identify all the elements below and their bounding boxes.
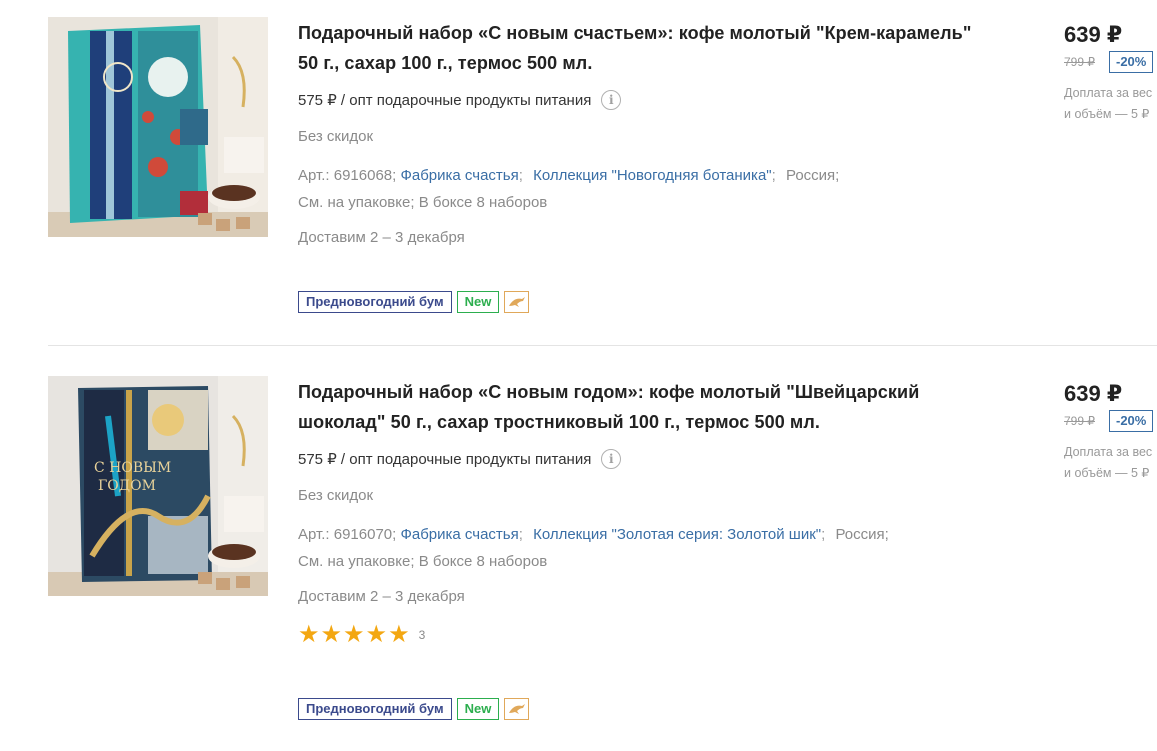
wholesale-price: 575 ₽ / опт подарочные продукты питания …	[298, 447, 978, 471]
no-discount-label: Без скидок	[298, 487, 373, 504]
surcharge-line: и объём — 5 ₽	[1064, 107, 1150, 121]
product-card: Подарочный набор «С новым счастьем»: коф…	[0, 0, 1157, 345]
brand-link[interactable]: Фабрика счастья	[400, 167, 518, 184]
dolphin-icon[interactable]	[504, 291, 530, 313]
article-number: Арт.: 6916068;	[298, 167, 397, 184]
packing-box-label: В боксе 8 наборов	[418, 553, 548, 570]
brand-link[interactable]: Фабрика счастья	[400, 526, 518, 543]
svg-text:ГОДОМ: ГОДОМ	[98, 478, 156, 494]
product-meta: Арт.: 6916070; Фабрика счастья; Коллекци…	[298, 526, 889, 570]
current-price: 639 ₽	[1064, 381, 1123, 406]
collection-link[interactable]: Коллекция "Новогодняя ботаника"	[533, 167, 772, 184]
title-line[interactable]: Подарочный набор «С новым годом»: кофе м…	[298, 382, 919, 402]
product-title[interactable]: Подарочный набор «С новым годом»: кофе м…	[298, 377, 978, 437]
info-icon[interactable]: i	[601, 449, 622, 469]
delivery-label: Доставим 2 – 3 декабря	[298, 588, 465, 605]
new-badge[interactable]: New	[456, 291, 500, 313]
no-discount-label: Без скидок	[298, 128, 373, 145]
product-image[interactable]	[48, 17, 268, 237]
star-icon: ★	[320, 621, 343, 648]
svg-text:С НОВЫМ: С НОВЫМ	[94, 460, 171, 476]
wholesale-price-text: 575 ₽ / опт подарочные продукты питания	[298, 92, 592, 109]
star-icon: ★	[298, 621, 320, 648]
product-title[interactable]: Подарочный набор «С новым счастьем»: коф…	[298, 18, 978, 78]
info-icon[interactable]: i	[601, 90, 622, 110]
surcharge-line: Доплата за вес	[1064, 86, 1153, 100]
rating[interactable]: ★ ★ ★ ★ ★ 3	[298, 623, 978, 647]
wholesale-price: 575 ₽ / опт подарочные продукты питания …	[298, 88, 978, 112]
price-block: 639 ₽ 799 ₽ -20% Доплата за вес и объём …	[1064, 20, 1157, 125]
surcharge-note: Доплата за вес и объём — 5 ₽	[1064, 83, 1157, 125]
packing-box-label: В боксе 8 наборов	[418, 194, 548, 211]
rating-count[interactable]: 3	[419, 628, 426, 642]
star-icon: ★	[388, 621, 410, 648]
collection-link[interactable]: Коллекция "Золотая серия: Золотой шик"	[533, 526, 821, 543]
badges: Предновогодний бум New	[298, 291, 530, 313]
promo-badge[interactable]: Предновогодний бум	[298, 291, 452, 313]
star-icon: ★	[365, 621, 388, 648]
product-card: С НОВЫМ ГОДОМ Подарочный набор «С новым …	[0, 359, 1157, 751]
product-info: Подарочный набор «С новым годом»: кофе м…	[298, 377, 978, 647]
current-price: 639 ₽	[1064, 22, 1123, 47]
promo-badge[interactable]: Предновогодний бум	[298, 698, 452, 720]
product-meta: Арт.: 6916068; Фабрика счастья; Коллекци…	[298, 167, 840, 211]
surcharge-note: Доплата за вес и объём — 5 ₽	[1064, 442, 1157, 484]
title-line[interactable]: 50 г., сахар 100 г., термос 500 мл.	[298, 53, 592, 73]
wholesale-price-text: 575 ₽ / опт подарочные продукты питания	[298, 451, 592, 468]
badges: Предновогодний бум New	[298, 698, 530, 720]
dolphin-icon[interactable]	[504, 698, 530, 720]
old-price: 799 ₽	[1064, 55, 1095, 69]
price-block: 639 ₽ 799 ₽ -20% Доплата за вес и объём …	[1064, 379, 1157, 484]
new-badge[interactable]: New	[456, 698, 500, 720]
star-icon: ★	[343, 621, 365, 648]
product-image[interactable]: С НОВЫМ ГОДОМ	[48, 376, 268, 596]
delivery-label: Доставим 2 – 3 декабря	[298, 229, 465, 246]
discount-badge: -20%	[1109, 51, 1154, 73]
packing-label: См. на упаковке;	[298, 194, 415, 211]
article-number: Арт.: 6916070;	[298, 526, 397, 543]
country-label: Россия;	[785, 167, 840, 184]
surcharge-line: Доплата за вес	[1064, 445, 1153, 459]
packing-label: См. на упаковке;	[298, 553, 415, 570]
discount-badge: -20%	[1109, 410, 1154, 432]
title-line[interactable]: Подарочный набор «С новым счастьем»: коф…	[298, 23, 971, 43]
divider	[48, 345, 1157, 346]
country-label: Россия;	[835, 526, 889, 543]
surcharge-line: и объём — 5 ₽	[1064, 466, 1150, 480]
product-info: Подарочный набор «С новым счастьем»: коф…	[298, 18, 978, 250]
title-line[interactable]: шоколад" 50 г., сахар тростниковый 100 г…	[298, 412, 820, 432]
old-price: 799 ₽	[1064, 414, 1095, 428]
